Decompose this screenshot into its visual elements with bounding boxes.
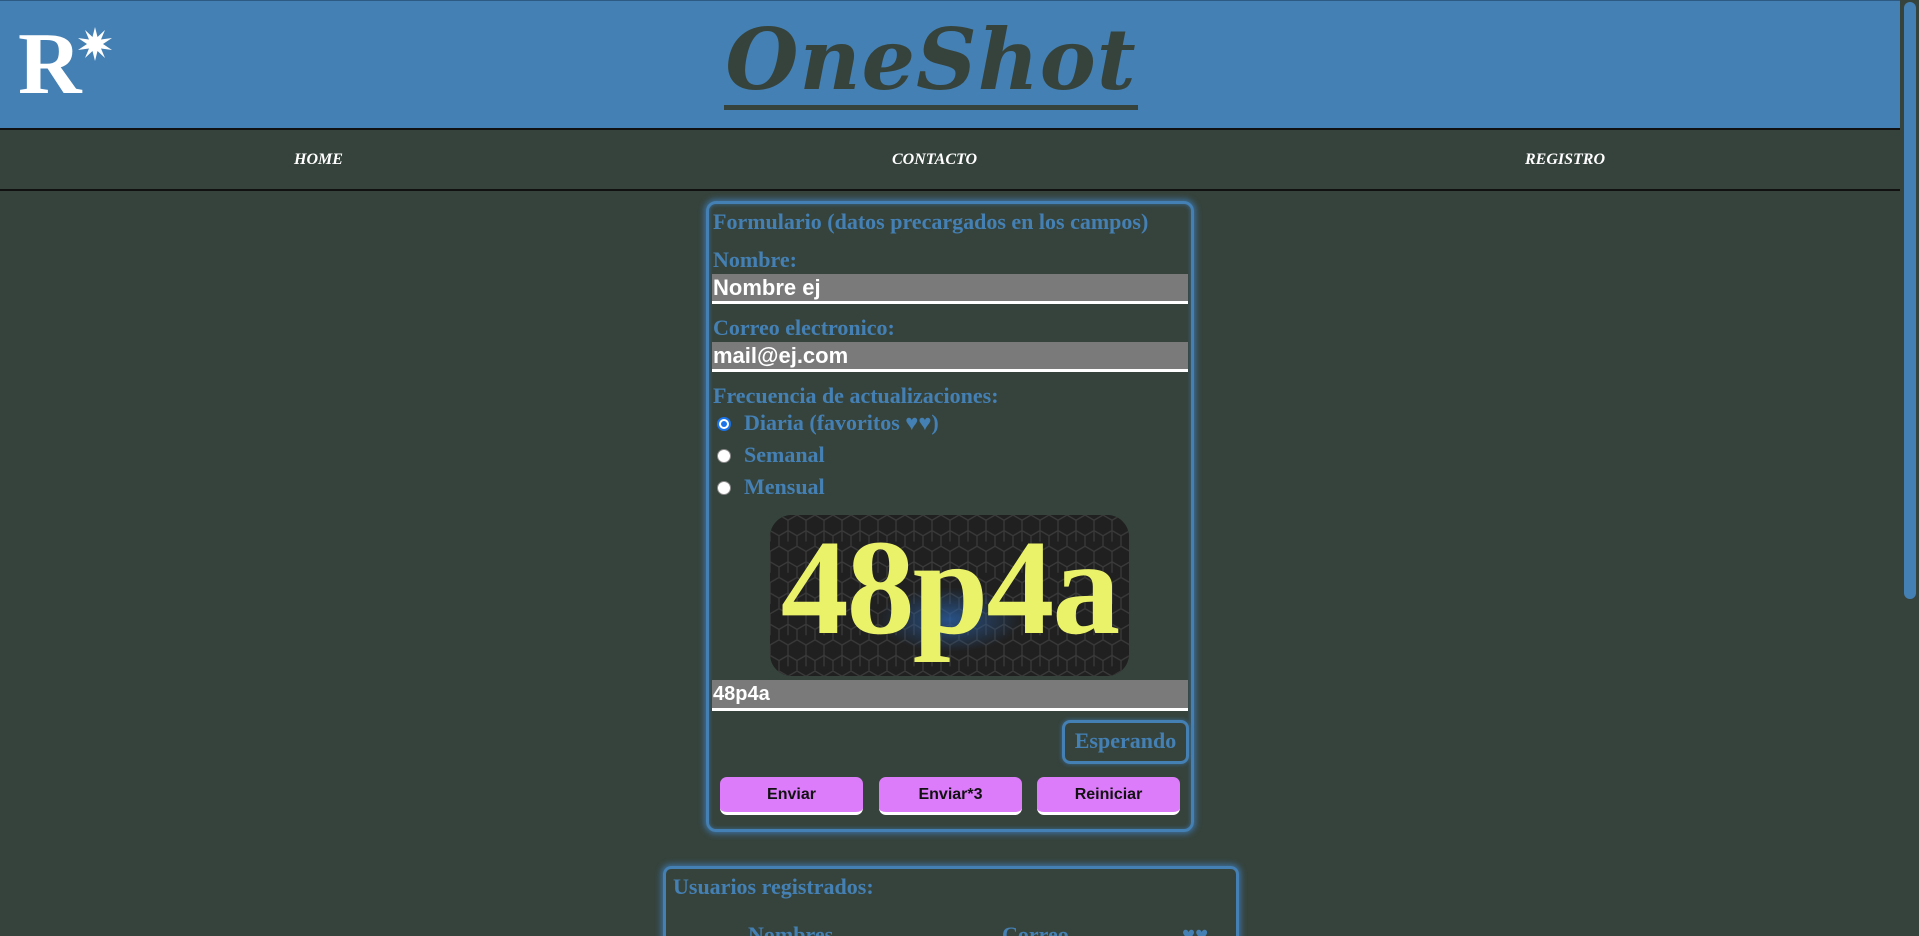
radio-label-semanal: Semanal <box>744 442 825 467</box>
send-button[interactable]: Enviar <box>720 777 863 815</box>
page-scrollbar[interactable] <box>1900 0 1919 936</box>
form-title: Formulario (datos precargados en los cam… <box>713 209 1149 234</box>
radio-button[interactable] <box>717 481 731 495</box>
email-input[interactable] <box>712 342 1188 372</box>
star-burst-icon <box>78 27 112 61</box>
send-triple-button[interactable]: Enviar*3 <box>879 777 1022 815</box>
captcha-input[interactable] <box>712 680 1188 711</box>
site-title: OneShot <box>724 10 1138 110</box>
logo-letter: R <box>18 16 82 113</box>
frequency-label: Frecuencia de actualizaciones: <box>713 383 999 408</box>
captcha-image <box>770 515 1129 676</box>
radio-label-diaria: Diaria (favoritos ♥♥) <box>744 410 939 435</box>
radio-button[interactable] <box>717 449 731 463</box>
email-label: Correo electronico: <box>713 315 895 340</box>
reset-button[interactable]: Reiniciar <box>1037 777 1180 815</box>
users-title: Usuarios registrados: <box>673 874 874 899</box>
column-header-favorites: ♥♥ <box>1182 922 1209 936</box>
column-header-names: Nombres <box>748 922 834 936</box>
column-header-email: Correo <box>1002 922 1069 936</box>
nav-contacto-link[interactable]: CONTACTO <box>892 151 977 169</box>
nav-home-link[interactable]: HOME <box>294 151 343 169</box>
nav-registro-link[interactable]: REGISTRO <box>1525 151 1605 169</box>
radio-button-checked[interactable] <box>717 417 731 431</box>
name-label: Nombre: <box>713 247 797 272</box>
radio-label-mensual: Mensual <box>744 474 825 499</box>
main-navbar: HOME CONTACTO REGISTRO <box>0 131 1900 191</box>
status-badge: Esperando <box>1062 720 1189 764</box>
scrollbar-thumb[interactable] <box>1904 2 1916 599</box>
site-logo[interactable]: R <box>18 21 118 111</box>
site-header: R OneShot <box>0 0 1900 130</box>
hexagon-pattern <box>770 515 1129 676</box>
name-input[interactable] <box>712 274 1188 304</box>
